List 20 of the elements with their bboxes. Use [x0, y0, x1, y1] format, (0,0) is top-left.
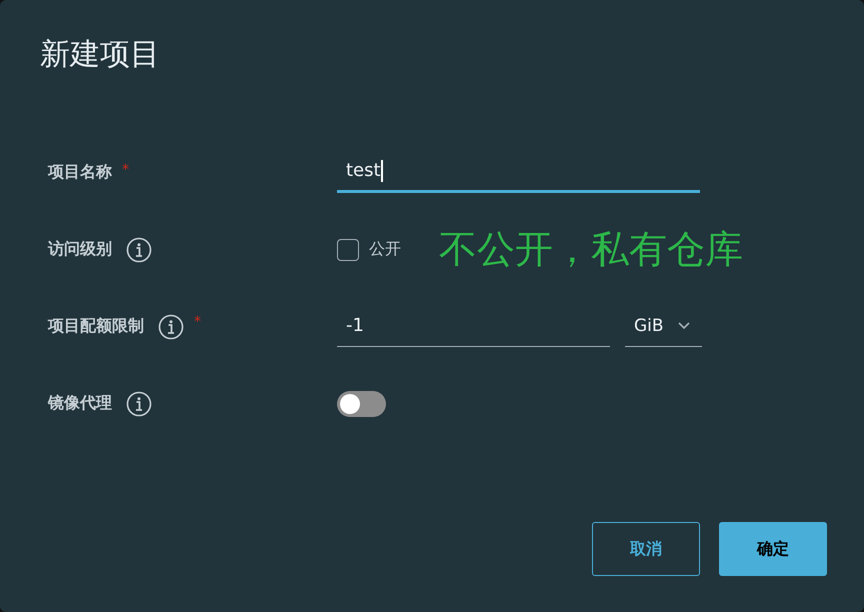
required-mark: *: [122, 162, 129, 178]
unit-select[interactable]: GiB: [625, 306, 702, 346]
field-label: 项目名称: [48, 162, 112, 183]
toggle-switch[interactable]: [337, 390, 386, 416]
checkbox-label: 公开: [369, 239, 401, 260]
field-label: 访问级别: [48, 239, 112, 260]
info-icon[interactable]: [126, 390, 152, 416]
annotation-text: 不公开，私有仓库: [439, 226, 743, 273]
field-label: 镜像代理: [48, 393, 112, 414]
chevron-down-icon: [678, 322, 690, 330]
quota-field[interactable]: -1: [337, 306, 610, 346]
checkbox[interactable]: [337, 238, 359, 260]
required-mark: *: [194, 314, 201, 330]
confirm-button[interactable]: 确定: [719, 522, 827, 576]
field-label: 项目配额限制: [48, 316, 144, 337]
project-name-field[interactable]: test: [337, 152, 700, 192]
info-icon[interactable]: [126, 236, 152, 262]
dialog-title: 新建项目: [40, 36, 161, 74]
cancel-button[interactable]: 取消: [592, 522, 700, 576]
info-icon[interactable]: [158, 314, 184, 340]
